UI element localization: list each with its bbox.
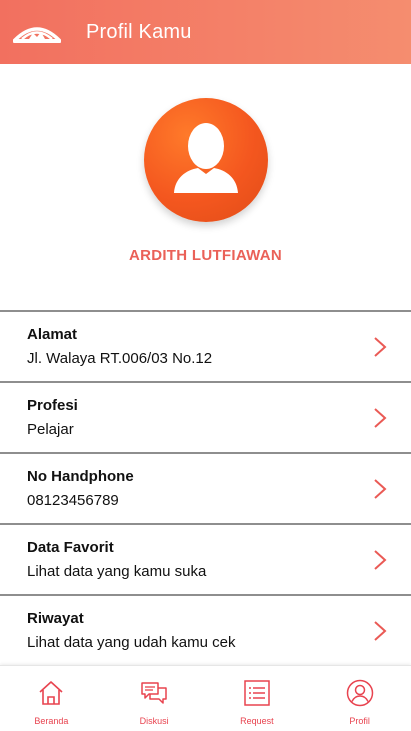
list-item-label: Alamat <box>27 326 78 343</box>
bottom-navigation: Beranda Diskusi Request Profil <box>0 665 411 731</box>
nav-label: Profil <box>349 716 370 726</box>
nav-item-diskusi[interactable]: Diskusi <box>103 666 206 731</box>
user-silhouette-icon <box>174 123 238 193</box>
list-item-label: No Handphone <box>27 468 134 485</box>
list-item-value: Jl. Walaya RT.006/03 No.12 <box>27 350 213 367</box>
list-item-value: 08123456789 <box>27 492 119 509</box>
list-icon <box>244 680 270 706</box>
nav-label: Beranda <box>34 716 69 726</box>
chevron-right-icon <box>374 337 387 357</box>
list-item-value: Lihat data yang kamu suka <box>27 563 207 580</box>
chevron-right-icon <box>374 408 387 428</box>
app-header: Profil Kamu <box>0 0 411 64</box>
house-roof-logo-icon[interactable] <box>13 20 61 44</box>
page-title: Profil Kamu <box>86 20 192 43</box>
home-icon <box>39 681 63 705</box>
list-item-riwayat[interactable]: Riwayat Lihat data yang udah kamu cek <box>0 596 411 667</box>
list-item-value: Pelajar <box>27 421 74 438</box>
profile-section: ARDITH LUTFIAWAN <box>0 64 411 310</box>
chat-icon <box>141 682 167 704</box>
list-item-no-handphone[interactable]: No Handphone 08123456789 <box>0 454 411 525</box>
list-item-label: Riwayat <box>27 610 84 627</box>
profile-icon <box>346 679 373 707</box>
nav-item-beranda[interactable]: Beranda <box>0 666 103 731</box>
chevron-right-icon <box>374 479 387 499</box>
nav-item-profil[interactable]: Profil <box>308 666 411 731</box>
list-item-value: Lihat data yang udah kamu cek <box>27 634 236 651</box>
nav-item-request[interactable]: Request <box>206 666 309 731</box>
list-item-alamat[interactable]: Alamat Jl. Walaya RT.006/03 No.12 <box>0 312 411 383</box>
user-name: ARDITH LUTFIAWAN <box>128 247 283 264</box>
list-item-profesi[interactable]: Profesi Pelajar <box>0 383 411 454</box>
profile-screen: Profil Kamu ARDITH LUTFIAWAN Alamat Jl. … <box>0 0 411 731</box>
chevron-right-icon <box>374 621 387 641</box>
profile-info-list: Alamat Jl. Walaya RT.006/03 No.12 Profes… <box>0 310 411 667</box>
avatar[interactable] <box>144 98 268 222</box>
chevron-right-icon <box>374 550 387 570</box>
nav-label: Request <box>240 716 274 726</box>
list-item-data-favorit[interactable]: Data Favorit Lihat data yang kamu suka <box>0 525 411 596</box>
nav-label: Diskusi <box>139 716 169 726</box>
list-item-label: Profesi <box>27 397 78 414</box>
list-item-label: Data Favorit <box>27 539 114 556</box>
